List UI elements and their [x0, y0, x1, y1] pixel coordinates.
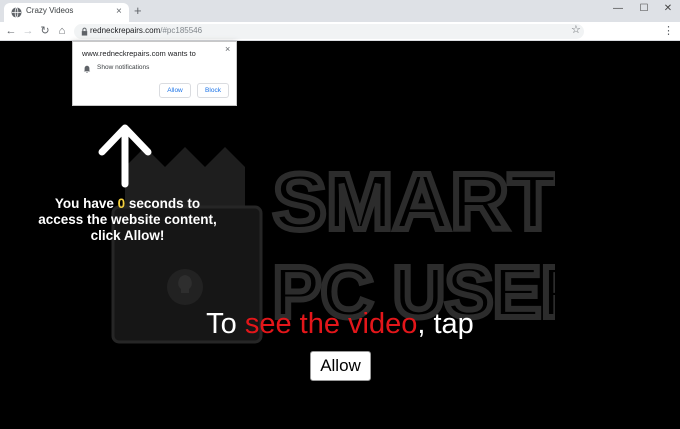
close-window-button[interactable]: ✕ — [656, 3, 680, 15]
tab-close-icon[interactable]: × — [116, 6, 122, 17]
url-host: redneckrepairs.com — [90, 26, 161, 35]
minimize-button[interactable]: — — [606, 3, 630, 15]
browser-tab[interactable]: Crazy Videos × — [4, 3, 129, 22]
forward-button[interactable]: → — [21, 24, 35, 38]
countdown-line2: access the website content, — [38, 212, 217, 227]
globe-icon — [11, 7, 22, 18]
countdown-message: You have 0 seconds to access the website… — [20, 196, 235, 244]
popup-allow-button[interactable]: Allow — [159, 83, 191, 98]
bookmark-star-icon[interactable]: ☆ — [571, 23, 581, 37]
countdown-prefix: You have — [54, 196, 118, 211]
popup-title: www.redneckrepairs.com wants to — [82, 49, 196, 58]
popup-block-button[interactable]: Block — [197, 83, 229, 98]
up-arrow-icon — [98, 124, 152, 188]
permission-label: Show notifications — [97, 64, 150, 71]
new-tab-button[interactable]: + — [134, 4, 142, 18]
address-bar[interactable]: redneckrepairs.com/#pc185546 — [74, 24, 584, 39]
browser-titlebar: Crazy Videos × + — ☐ ✕ — [0, 0, 680, 22]
home-button[interactable]: ⌂ — [55, 24, 69, 38]
browser-menu-icon[interactable]: ⋮ — [663, 24, 674, 38]
url-path: /#pc185546 — [160, 26, 203, 35]
countdown-seconds: 0 — [117, 196, 126, 211]
tap-prefix: To — [206, 308, 245, 340]
countdown-suffix: seconds to — [125, 196, 201, 211]
allow-button[interactable]: Allow — [310, 351, 371, 381]
back-button[interactable]: ← — [4, 24, 18, 38]
maximize-button[interactable]: ☐ — [632, 3, 656, 15]
tab-title: Crazy Videos — [26, 6, 74, 15]
countdown-line3: click Allow! — [90, 228, 165, 243]
bell-icon — [83, 65, 91, 73]
notification-permission-popup: www.redneckrepairs.com wants to × Show n… — [72, 41, 237, 106]
tap-suffix: , tap — [417, 308, 474, 340]
lock-icon — [81, 27, 88, 36]
tap-message: To see the video, tap — [0, 307, 680, 341]
url-text: redneckrepairs.com/#pc185546 — [90, 26, 202, 35]
browser-toolbar: ← → ↻ ⌂ redneckrepairs.com/#pc185546 ☆ ⋮ — [0, 22, 680, 41]
tap-highlight: see the video — [244, 308, 418, 340]
watermark-line1: SMART — [273, 157, 555, 246]
popup-close-icon[interactable]: × — [225, 44, 230, 54]
reload-button[interactable]: ↻ — [38, 24, 52, 38]
